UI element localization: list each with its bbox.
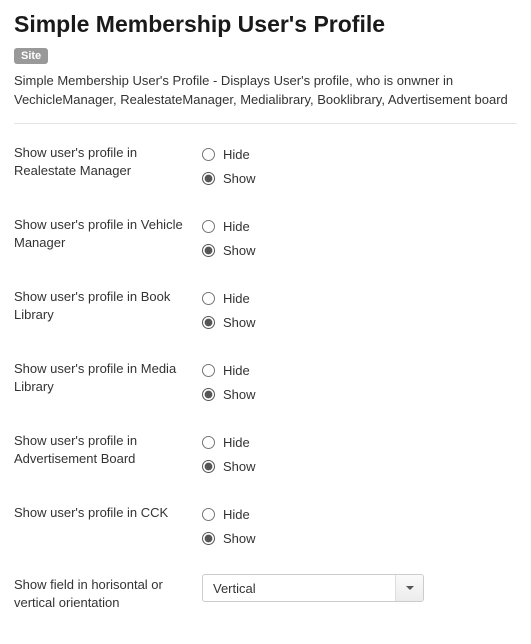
radio-option-show[interactable]: Show [202, 454, 517, 478]
radio-label: Show [223, 243, 256, 258]
radio-input-hide[interactable] [202, 364, 215, 377]
page-description: Simple Membership User's Profile - Displ… [14, 72, 517, 110]
radio-input-hide[interactable] [202, 220, 215, 233]
radio-option-hide[interactable]: Hide [202, 430, 517, 454]
radio-label: Show [223, 459, 256, 474]
field-label: Show user's profile in Realestate Manage… [14, 142, 202, 179]
orientation-select[interactable]: Vertical [202, 574, 424, 602]
radio-label: Show [223, 387, 256, 402]
radio-label: Hide [223, 291, 250, 306]
field-row: Show user's profile in Realestate Manage… [14, 142, 517, 190]
radio-label: Hide [223, 435, 250, 450]
field-label: Show user's profile in Vehicle Manager [14, 214, 202, 251]
radio-label: Show [223, 315, 256, 330]
field-label: Show user's profile in Media Library [14, 358, 202, 395]
radio-option-hide[interactable]: Hide [202, 214, 517, 238]
field-label: Show user's profile in Book Library [14, 286, 202, 323]
radio-input-show[interactable] [202, 172, 215, 185]
radio-option-hide[interactable]: Hide [202, 502, 517, 526]
radio-option-show[interactable]: Show [202, 166, 517, 190]
radio-input-hide[interactable] [202, 148, 215, 161]
chevron-down-icon [395, 575, 423, 601]
field-row: Show user's profile in Advertisement Boa… [14, 430, 517, 478]
radio-label: Show [223, 531, 256, 546]
field-row: Show user's profile in Vehicle Manager Hi… [14, 214, 517, 262]
field-row: Show user's profile in Media Library Hide… [14, 358, 517, 406]
field-row-orientation: Show field in horisontal or vertical ori… [14, 574, 517, 611]
field-label-orientation: Show field in horisontal or vertical ori… [14, 574, 202, 611]
radio-option-show[interactable]: Show [202, 238, 517, 262]
radio-input-hide[interactable] [202, 292, 215, 305]
radio-label: Hide [223, 363, 250, 378]
radio-option-hide[interactable]: Hide [202, 358, 517, 382]
field-row: Show user's profile in CCK Hide Show [14, 502, 517, 550]
radio-input-hide[interactable] [202, 436, 215, 449]
radio-input-show[interactable] [202, 532, 215, 545]
radio-option-show[interactable]: Show [202, 382, 517, 406]
orientation-select-value: Vertical [203, 575, 395, 601]
field-label: Show user's profile in CCK [14, 502, 202, 522]
radio-input-show[interactable] [202, 388, 215, 401]
radio-input-show[interactable] [202, 244, 215, 257]
radio-option-hide[interactable]: Hide [202, 142, 517, 166]
divider [14, 123, 517, 124]
site-badge: Site [14, 48, 48, 64]
radio-label: Show [223, 171, 256, 186]
radio-input-show[interactable] [202, 316, 215, 329]
radio-label: Hide [223, 147, 250, 162]
field-label: Show user's profile in Advertisement Boa… [14, 430, 202, 467]
radio-option-hide[interactable]: Hide [202, 286, 517, 310]
page-title: Simple Membership User's Profile [14, 10, 517, 39]
radio-label: Hide [223, 219, 250, 234]
radio-option-show[interactable]: Show [202, 526, 517, 550]
radio-input-hide[interactable] [202, 508, 215, 521]
radio-option-show[interactable]: Show [202, 310, 517, 334]
field-row: Show user's profile in Book Library Hide S… [14, 286, 517, 334]
radio-input-show[interactable] [202, 460, 215, 473]
radio-label: Hide [223, 507, 250, 522]
